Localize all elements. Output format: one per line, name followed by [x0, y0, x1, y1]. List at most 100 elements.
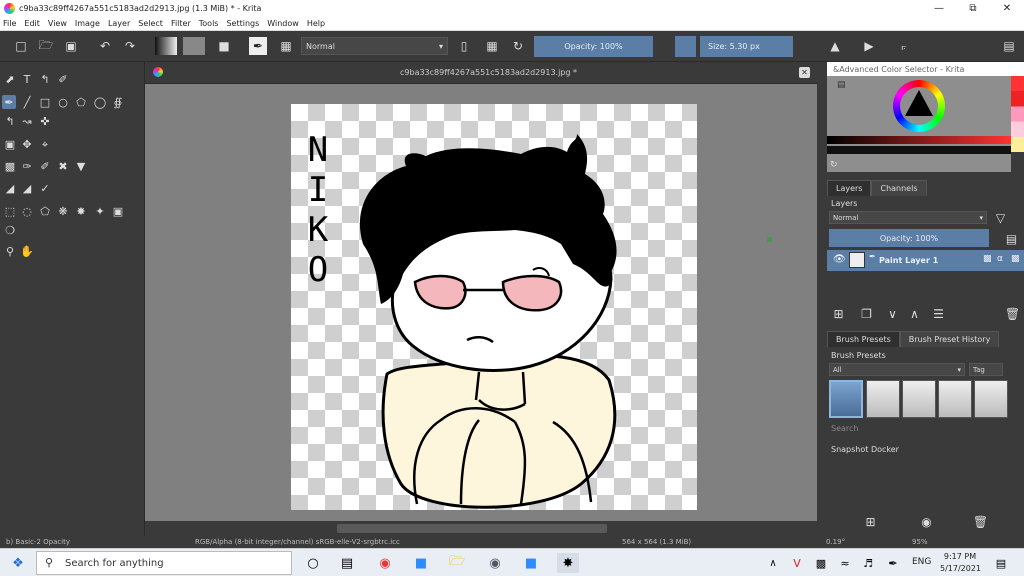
notifications-icon[interactable]: ▤: [990, 553, 1012, 573]
add-layer-icon[interactable]: ⊞: [831, 306, 846, 321]
rect-select-tool-icon[interactable]: ⬚: [3, 204, 17, 218]
menu-view[interactable]: View: [48, 19, 67, 28]
tab-brush-history[interactable]: Brush Preset History: [899, 331, 1000, 347]
smart-patch-tool-icon[interactable]: ✐: [38, 159, 52, 173]
clock[interactable]: 9:17 PM 5/17/2021: [940, 551, 981, 575]
assistant-tool-icon[interactable]: ◢: [3, 181, 17, 195]
save-icon[interactable]: ▣: [62, 37, 80, 55]
size-slider[interactable]: Size: 5.30 px: [700, 36, 793, 57]
layer-list-icon[interactable]: ▤: [1004, 231, 1019, 246]
recent-colors-strip[interactable]: [1011, 76, 1024, 152]
menu-layer[interactable]: Layer: [108, 19, 130, 28]
pan-tool-icon[interactable]: ✋: [20, 244, 34, 258]
bezier-select-tool-icon[interactable]: ▣: [111, 204, 125, 218]
menu-settings[interactable]: Settings: [226, 19, 259, 28]
redo-icon[interactable]: ↷: [121, 37, 139, 55]
colorize-mask-tool-icon[interactable]: ✖: [56, 159, 70, 173]
mirror-vertical-icon[interactable]: ▶: [860, 37, 878, 55]
new-document-icon[interactable]: □: [12, 37, 30, 55]
layer-opacity-slider[interactable]: Opacity: 100%: [829, 229, 989, 247]
menu-file[interactable]: File: [3, 19, 16, 28]
brush-preset-4[interactable]: [938, 380, 972, 418]
layer-properties-icon[interactable]: ☰: [931, 306, 946, 321]
tab-brush-presets[interactable]: Brush Presets: [827, 331, 900, 347]
reference-tool-icon[interactable]: ✓: [38, 181, 52, 195]
gradient-tool-icon[interactable]: ▩: [3, 159, 17, 173]
move-layer-down-icon[interactable]: ∨: [885, 306, 900, 321]
text-tool-icon[interactable]: T: [20, 72, 34, 86]
similar-select-tool-icon[interactable]: ✦: [93, 204, 107, 218]
docker-toggle-icon[interactable]: ▤: [1000, 37, 1018, 55]
inherit-alpha-icon[interactable]: ▩: [1011, 254, 1020, 264]
polyline-tool-icon[interactable]: ◯: [93, 95, 107, 109]
tag-select[interactable]: Tag: [969, 363, 1003, 376]
freehand-path-tool-icon[interactable]: ↰: [3, 114, 17, 128]
brush-preset-3[interactable]: [902, 380, 936, 418]
filter-icon[interactable]: ▽: [993, 210, 1008, 225]
brush-preset-2[interactable]: [866, 380, 900, 418]
rectangle-tool-icon[interactable]: □: [38, 95, 52, 109]
brush-preset-5[interactable]: [974, 380, 1008, 418]
vertical-scrollbar[interactable]: [817, 62, 827, 536]
camera-icon[interactable]: ◉: [919, 514, 934, 529]
restore-button[interactable]: ⧉: [956, 0, 990, 17]
layer-blend-mode-select[interactable]: Normal ▾: [829, 211, 987, 224]
chrome-icon[interactable]: ◉: [374, 553, 396, 573]
color-triangle[interactable]: [905, 90, 933, 116]
tab-channels[interactable]: Channels: [871, 180, 927, 196]
refresh-colors-icon[interactable]: ↻: [830, 160, 838, 170]
brush-settings-icon[interactable]: ▦: [277, 37, 295, 55]
horizontal-scrollbar[interactable]: [145, 521, 817, 536]
line-tool-icon[interactable]: ╱: [20, 95, 34, 109]
minimize-button[interactable]: —: [922, 0, 956, 17]
menu-filter[interactable]: Filter: [171, 19, 191, 28]
ellipse-select-tool-icon[interactable]: ◌: [20, 204, 34, 218]
mirror-horizontal-icon[interactable]: ▲: [826, 37, 844, 55]
tray-app-icon[interactable]: V: [786, 553, 808, 573]
ellipse-tool-icon[interactable]: ○: [56, 95, 70, 109]
dynamic-brush-tool-icon[interactable]: ↝: [20, 114, 34, 128]
zoom-meeting-icon[interactable]: ■: [520, 553, 542, 573]
tray-chevron-icon[interactable]: ∧: [762, 553, 784, 573]
menu-help[interactable]: Help: [307, 19, 325, 28]
pattern-swatch[interactable]: [183, 37, 205, 55]
close-document-icon[interactable]: ✕: [799, 67, 810, 78]
horizontal-scroll-thumb[interactable]: [337, 524, 607, 533]
menu-window[interactable]: Window: [267, 19, 299, 28]
pen-icon[interactable]: ✒: [882, 553, 904, 573]
polygon-tool-icon[interactable]: ⬠: [74, 95, 88, 109]
lock-icon[interactable]: ▩: [983, 254, 992, 264]
delete-snapshot-icon[interactable]: 🗑: [973, 514, 988, 529]
undo-icon[interactable]: ↶: [96, 37, 114, 55]
brush-filter-select[interactable]: All ▾: [829, 363, 965, 376]
brush-preset-icon[interactable]: ✒: [249, 37, 267, 55]
alpha-lock-icon[interactable]: ▦: [483, 37, 501, 55]
cortana-icon[interactable]: ○: [302, 553, 324, 573]
contiguous-select-tool-icon[interactable]: ✸: [74, 204, 88, 218]
menu-image[interactable]: Image: [75, 19, 100, 28]
drawing-canvas[interactable]: NIKO: [291, 104, 697, 510]
fg-bg-color-icon[interactable]: ■: [215, 37, 233, 55]
select-shapes-tool-icon[interactable]: ⬈: [3, 72, 17, 86]
file-explorer-icon[interactable]: 🗁: [446, 553, 468, 573]
zoom-icon[interactable]: ■: [410, 553, 432, 573]
magnetic-select-tool-icon[interactable]: ❍: [3, 223, 17, 237]
edit-shapes-tool-icon[interactable]: ↰: [38, 72, 52, 86]
fill-tool-icon[interactable]: ▼: [74, 159, 88, 173]
advanced-color-selector[interactable]: ▤ ↻: [827, 76, 1011, 172]
visibility-eye-icon[interactable]: 👁: [833, 254, 846, 265]
flow-swatch[interactable]: [675, 36, 696, 57]
menu-tools[interactable]: Tools: [199, 19, 219, 28]
task-view-icon[interactable]: ▤: [336, 553, 358, 573]
measure-tool-icon[interactable]: ◢: [20, 181, 34, 195]
reload-preset-icon[interactable]: ↻: [509, 37, 527, 55]
multibrush-tool-icon[interactable]: ✜: [38, 114, 52, 128]
windows-start-icon[interactable]: ❖: [7, 553, 29, 573]
wrap-around-icon[interactable]: ⟔: [895, 37, 913, 55]
color-picker-tool-icon[interactable]: ✑: [20, 159, 34, 173]
freehand-select-tool-icon[interactable]: ❋: [56, 204, 70, 218]
add-snapshot-icon[interactable]: ⊞: [863, 514, 878, 529]
krita-taskbar-icon[interactable]: ✸: [557, 553, 579, 573]
blend-mode-select[interactable]: Normal ▾: [301, 37, 448, 55]
canvas-area[interactable]: NIKO: [145, 84, 817, 521]
